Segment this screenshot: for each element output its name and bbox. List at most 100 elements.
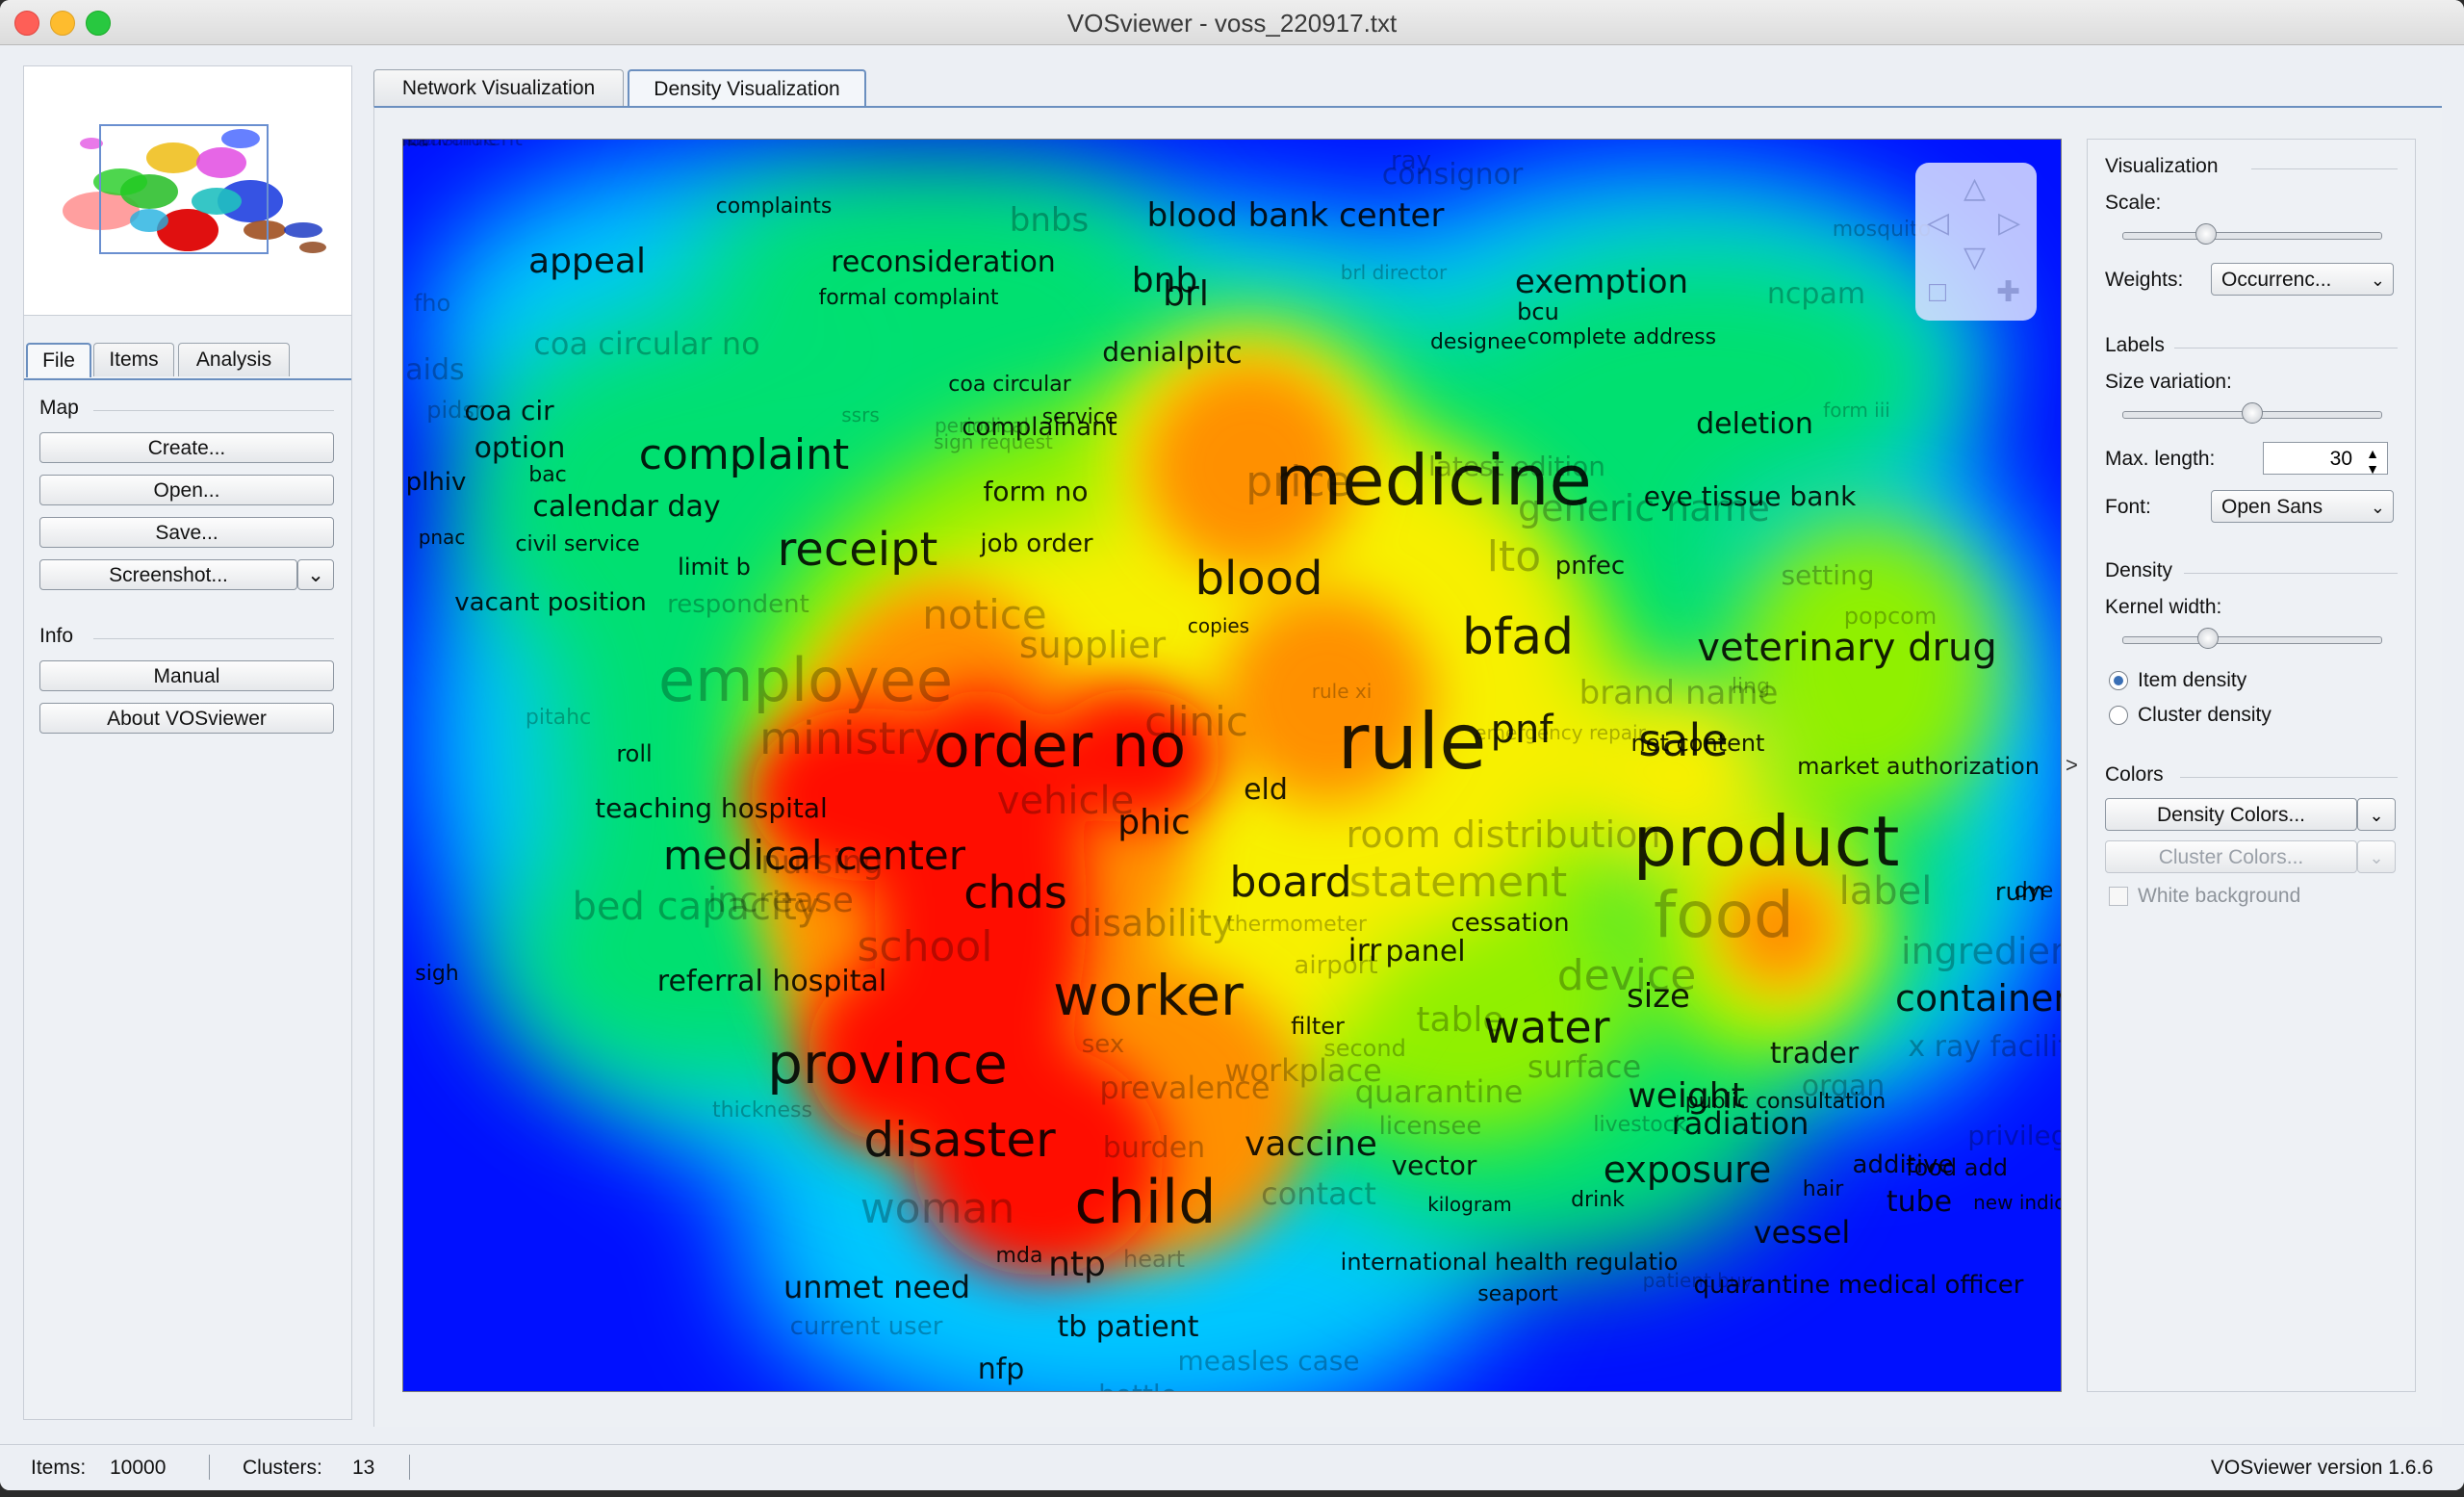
manual-button[interactable]: Manual [39,660,334,691]
pan-down-icon[interactable]: ▽ [1964,244,1986,272]
density-term-label: ssrs [841,403,880,426]
kernel-width-slider[interactable] [2122,628,2382,649]
save-button[interactable]: Save... [39,517,334,548]
overview-map-graphic [63,124,326,254]
open-button[interactable]: Open... [39,475,334,505]
density-term-label: second [1323,1035,1406,1062]
panel-toggle-arrow-icon[interactable]: > [2066,753,2078,778]
density-term-label: measles case [1177,1345,1360,1377]
density-term-label: burden [1102,1131,1206,1165]
spinner-down-icon[interactable]: ▼ [2366,452,2379,485]
density-term-label: patient buy [1642,1269,1754,1292]
tab-analysis-label: Analysis [195,348,272,371]
items-count-value: 10000 [110,1457,167,1479]
density-term-label: job order [980,529,1093,558]
font-select-value: Open Sans [2221,496,2323,518]
density-term-label: plhiv [405,468,467,497]
about-button[interactable]: About VOSviewer [39,703,334,734]
density-term-label: prevalence [1099,1070,1270,1106]
density-term-label: periodical [934,414,1030,437]
size-variation-label: Size variation: [2105,371,2232,393]
density-term-label: vaccine [1245,1124,1377,1164]
density-term-label: heart [1123,1246,1185,1273]
item-density-radio[interactable] [2109,671,2128,690]
density-term-label: increase [707,881,854,920]
pan-left-icon[interactable]: ◁ [1927,209,1949,238]
items-count-label: Items: [31,1457,87,1479]
density-term-label: tb patient [1057,1310,1199,1344]
tab-items[interactable]: Items [93,343,174,376]
info-group-title: Info [39,625,74,647]
pan-up-icon[interactable]: △ [1964,174,1986,203]
density-term-label: product [1632,801,1900,882]
density-term-label: unmet need [783,1269,971,1305]
density-term-label: form no [983,476,1089,507]
clusters-count-label: Clusters: [243,1457,322,1479]
density-term-label: pitc [1185,334,1243,371]
density-term-label: reconsideration [831,245,1056,279]
density-term-label: food [1654,878,1794,952]
density-colors-options-button[interactable]: ⌄ [2357,798,2396,831]
create-button[interactable]: Create... [39,432,334,463]
size-variation-slider[interactable] [2122,402,2382,424]
density-term-label: nfp [977,1353,1025,1386]
density-term-label: room distribution [1346,813,1661,856]
density-term-label: clinic [1144,698,1248,745]
density-term-label: seaport [1477,1282,1558,1306]
zoom-out-icon[interactable]: □ [1929,278,1946,307]
density-term-label: complete address [1527,325,1717,349]
density-term-label: bnb [1131,261,1198,300]
size-variation-slider-knob[interactable] [2242,402,2263,424]
density-term-label: sex [1081,1030,1125,1059]
kernel-width-slider-knob[interactable] [2197,628,2220,649]
density-term-label: latest edition [1427,451,1606,482]
density-term-label: pnac [418,526,466,549]
density-term-label: trader [1769,1037,1860,1071]
font-select[interactable]: Open Sans ⌄ [2211,490,2394,523]
max-length-spinner[interactable]: 30 ▲ ▼ [2263,442,2388,477]
density-term-label: size [1627,977,1690,1016]
density-term-label: emergency repair [1475,721,1646,744]
item-density-label: Item density [2138,669,2247,691]
density-term-label: board [1229,858,1352,907]
screenshot-button[interactable]: Screenshot... [39,559,297,590]
tab-network-visualization[interactable]: Network Visualization [373,69,624,107]
chevron-down-icon: ⌄ [2369,806,2384,825]
density-term-label: statement [1348,858,1568,907]
density-term-label: respondent [667,590,809,619]
map-navigation-control[interactable]: △ ◁ ▷ ▽ □ ✚ [1915,163,2037,321]
density-term-label: copies [1187,614,1250,637]
density-term-label: brl director [1340,261,1448,284]
density-term-label: appeal [528,242,646,281]
visualization-section-title: Visualization [2105,155,2219,177]
density-term-label: drink [1571,1188,1625,1212]
density-term-label: employee [657,645,954,715]
density-term-label: bottle [1098,1381,1177,1392]
density-map[interactable]: medicine rule product order no worker provinc… [402,139,2062,1392]
pan-right-icon[interactable]: ▷ [1998,209,2020,238]
density-colors-button[interactable]: Density Colors... [2105,798,2357,831]
tab-file[interactable]: File [26,343,91,377]
density-term-label: livestock [1593,1113,1687,1137]
density-term-label: mda [995,1244,1043,1268]
density-term-label: civil service [515,532,640,556]
white-background-checkbox[interactable] [2109,887,2128,906]
clusters-count-value: 13 [352,1457,375,1479]
zoom-in-icon[interactable]: ✚ [1996,278,2020,307]
density-term-label: formal complaint [818,286,999,310]
density-term-label: ncpam [1766,277,1866,311]
cluster-density-radio[interactable] [2109,706,2128,725]
tab-analysis[interactable]: Analysis [178,343,290,376]
density-term-label: container [1894,977,2062,1020]
scale-slider-knob[interactable] [2194,223,2217,245]
screenshot-options-button[interactable]: ⌄ [297,559,334,590]
density-term-label: worker [1053,963,1244,1028]
density-term-label: net content [1630,730,1765,757]
density-term-label: eye tissue bank [1643,480,1857,512]
cluster-colors-options-button: ⌄ [2357,840,2396,873]
overview-map[interactable] [24,66,351,316]
scale-slider[interactable] [2122,223,2382,245]
weights-select[interactable]: Occurrenc... ⌄ [2211,263,2394,296]
tab-density-visualization[interactable]: Density Visualization [628,69,866,108]
density-term-label: popcom [1843,603,1938,630]
